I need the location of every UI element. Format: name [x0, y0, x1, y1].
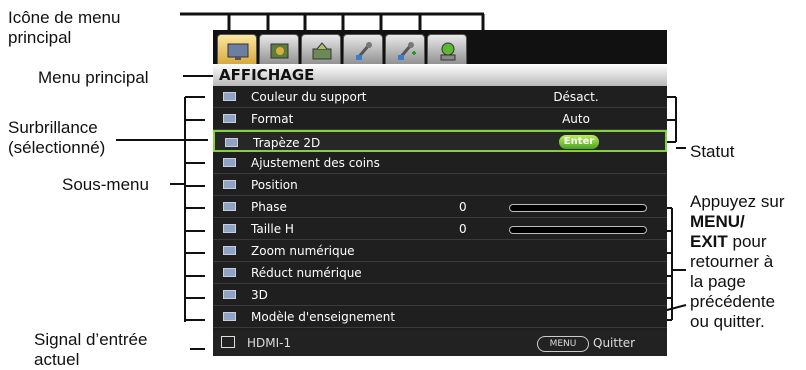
phase-slider[interactable] [509, 204, 647, 212]
menu-item-phase[interactable]: Phase 0 [213, 196, 667, 218]
menu-item-value: Désact. [553, 90, 599, 104]
menu-item-format[interactable]: Format Auto [213, 108, 667, 130]
digital-shrink-icon [223, 268, 236, 277]
keystone-icon [225, 138, 238, 147]
digital-zoom-icon [223, 246, 236, 255]
menu-item-label: Réduct numérique [251, 266, 362, 280]
menu-key-icon: MENU [537, 336, 589, 352]
teaching-template-icon [223, 312, 236, 321]
menu-item-label: Couleur du support [251, 90, 367, 104]
tab-system-basic[interactable] [343, 34, 383, 66]
position-icon [223, 180, 236, 189]
color-icon [223, 92, 236, 101]
system-setup-basic-icon [355, 42, 372, 60]
menu-item-label: Position [251, 178, 298, 192]
status-bar: HDMI-1 MENU Quitter [213, 330, 667, 356]
format-icon [223, 114, 236, 123]
menu-item-couleur-support[interactable]: Couleur du support Désact. [213, 86, 667, 108]
menu-item-modele-enseignement[interactable]: Modèle d'enseignement [213, 306, 667, 328]
menu-item-taille-h[interactable]: Taille H 0 [213, 218, 667, 240]
menu-item-value: 0 [459, 200, 467, 214]
menu-item-label: 3D [251, 288, 268, 302]
main-menu-tabs [213, 30, 667, 66]
osd-menu: AFFICHAGE Couleur du support Désact. For… [213, 30, 667, 356]
information-icon [440, 42, 456, 61]
menu-item-label: Format [251, 112, 294, 126]
system-setup-advanced-icon [397, 42, 416, 60]
picture-icon [270, 43, 289, 59]
menu-item-value: Auto [562, 112, 590, 126]
menu-item-label: Taille H [251, 222, 294, 236]
menu-item-ajustement-coins[interactable]: Ajustement des coins [213, 152, 667, 174]
menu-item-zoom-numerique[interactable]: Zoom numérique [213, 240, 667, 262]
menu-item-reduct-numerique[interactable]: Réduct numérique [213, 262, 667, 284]
quit-label[interactable]: Quitter [593, 330, 635, 356]
3d-icon [223, 290, 236, 299]
menu-item-label: Trapèze 2D [253, 136, 321, 150]
h-size-slider[interactable] [509, 226, 647, 234]
source-icon [312, 42, 332, 60]
tab-system-advanced[interactable] [385, 34, 425, 66]
menu-item-label: Phase [251, 200, 287, 214]
enter-button[interactable]: Enter [559, 135, 599, 149]
corner-fit-icon [223, 158, 236, 167]
menu-item-trapeze-2d[interactable]: Trapèze 2D Enter [213, 130, 667, 152]
menu-item-label: Modèle d'enseignement [251, 310, 396, 324]
display-icon [227, 43, 249, 60]
menu-item-value: 0 [459, 222, 467, 236]
tab-source[interactable] [301, 34, 341, 66]
menu-title: AFFICHAGE [213, 64, 667, 86]
menu-item-3d[interactable]: 3D [213, 284, 667, 306]
input-source-icon [221, 336, 235, 348]
tab-picture[interactable] [259, 34, 299, 66]
tab-display[interactable] [217, 34, 257, 66]
phase-icon [223, 202, 236, 211]
h-size-icon [223, 224, 236, 233]
tab-information[interactable] [427, 34, 467, 66]
current-input-source: HDMI-1 [247, 336, 292, 350]
menu-item-label: Zoom numérique [251, 244, 355, 258]
menu-item-label: Ajustement des coins [251, 156, 380, 170]
menu-item-position[interactable]: Position [213, 174, 667, 196]
